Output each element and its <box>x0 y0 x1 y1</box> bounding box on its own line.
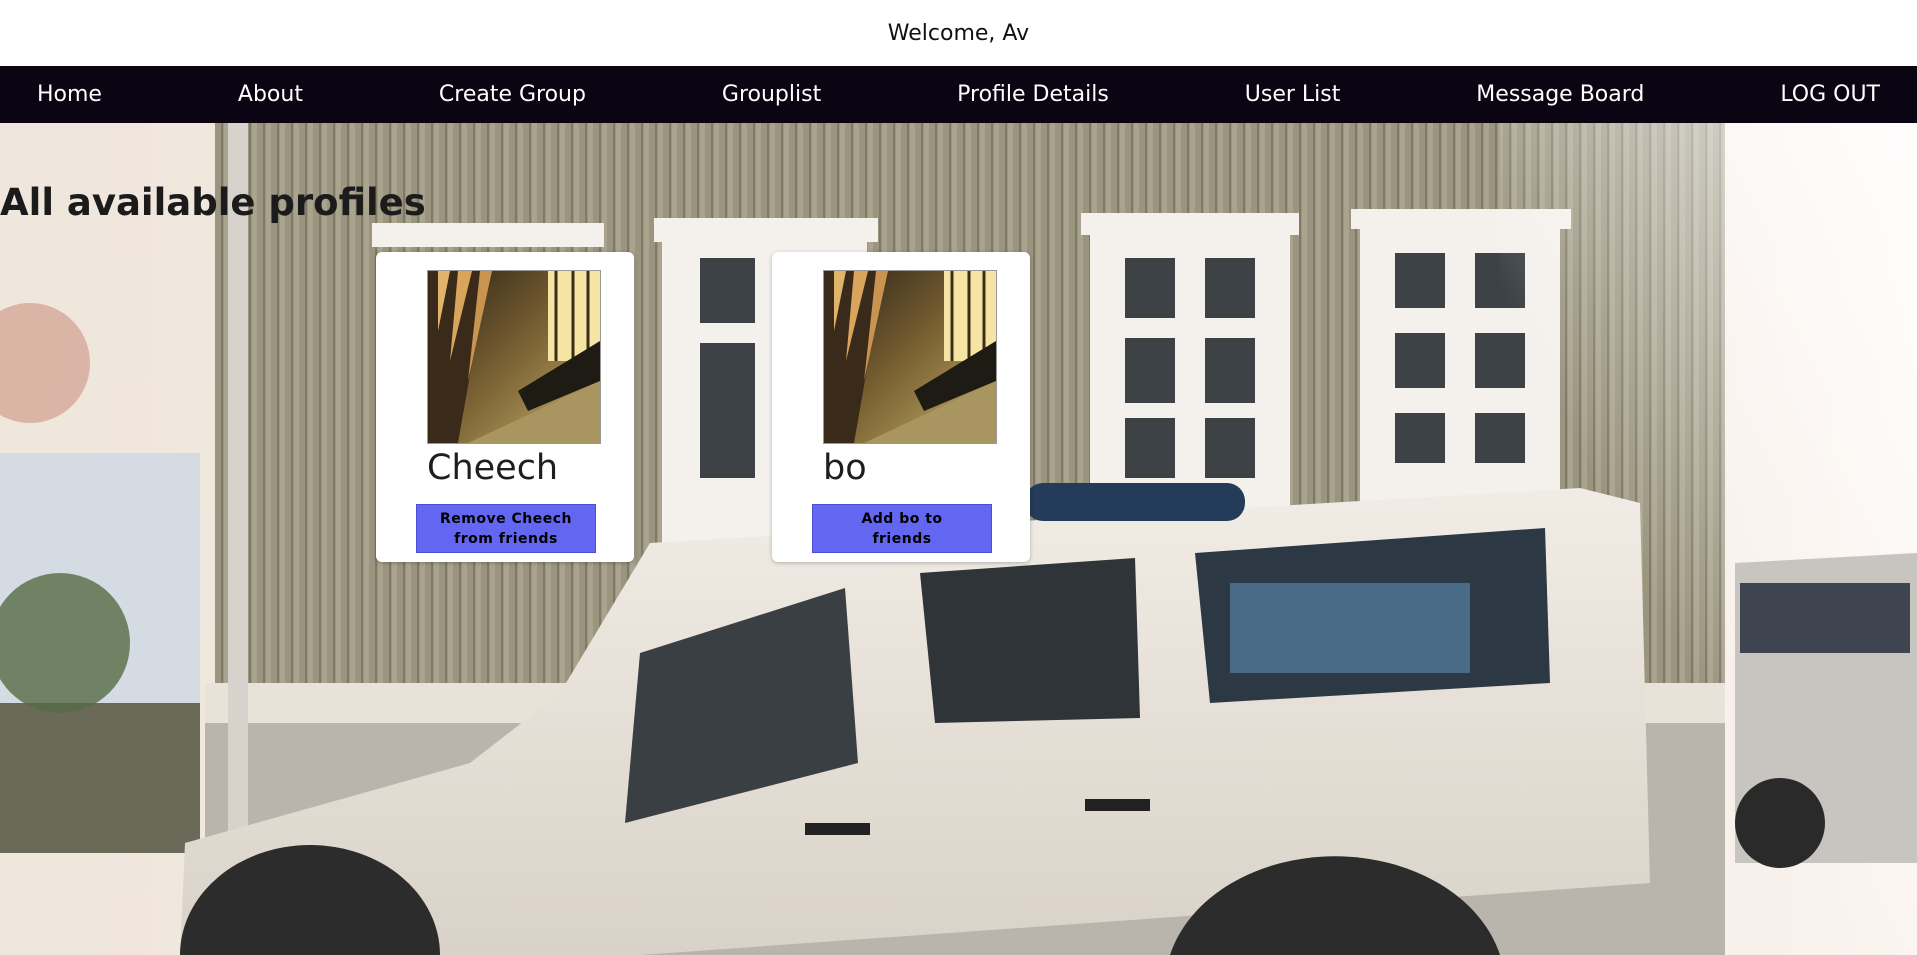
profile-card: Cheech Remove Cheech from friends <box>376 252 634 562</box>
nav-profile-details[interactable]: Profile Details <box>957 82 1109 107</box>
profile-card: bo Add bo to friends <box>772 252 1030 562</box>
nav-message-board[interactable]: Message Board <box>1476 82 1644 107</box>
welcome-bar: Welcome, Av <box>0 0 1917 66</box>
nav-grouplist[interactable]: Grouplist <box>722 82 821 107</box>
nav-user-list[interactable]: User List <box>1245 82 1341 107</box>
nav-about[interactable]: About <box>238 82 303 107</box>
profile-name: Cheech <box>427 448 559 488</box>
page-title: All available profiles <box>0 181 426 224</box>
profiles-section: All available profiles Cheech Remove Che… <box>0 123 1917 955</box>
welcome-text: Welcome, Av <box>887 20 1030 46</box>
nav-create-group[interactable]: Create Group <box>439 82 586 107</box>
profile-name: bo <box>823 448 867 488</box>
nav-logout[interactable]: LOG OUT <box>1780 82 1880 107</box>
remove-friend-button[interactable]: Remove Cheech from friends <box>416 504 596 553</box>
profile-photo <box>427 270 601 444</box>
main-navbar: Home About Create Group Grouplist Profil… <box>0 66 1917 123</box>
add-friend-button[interactable]: Add bo to friends <box>812 504 992 553</box>
nav-home[interactable]: Home <box>37 82 102 107</box>
profile-photo <box>823 270 997 444</box>
